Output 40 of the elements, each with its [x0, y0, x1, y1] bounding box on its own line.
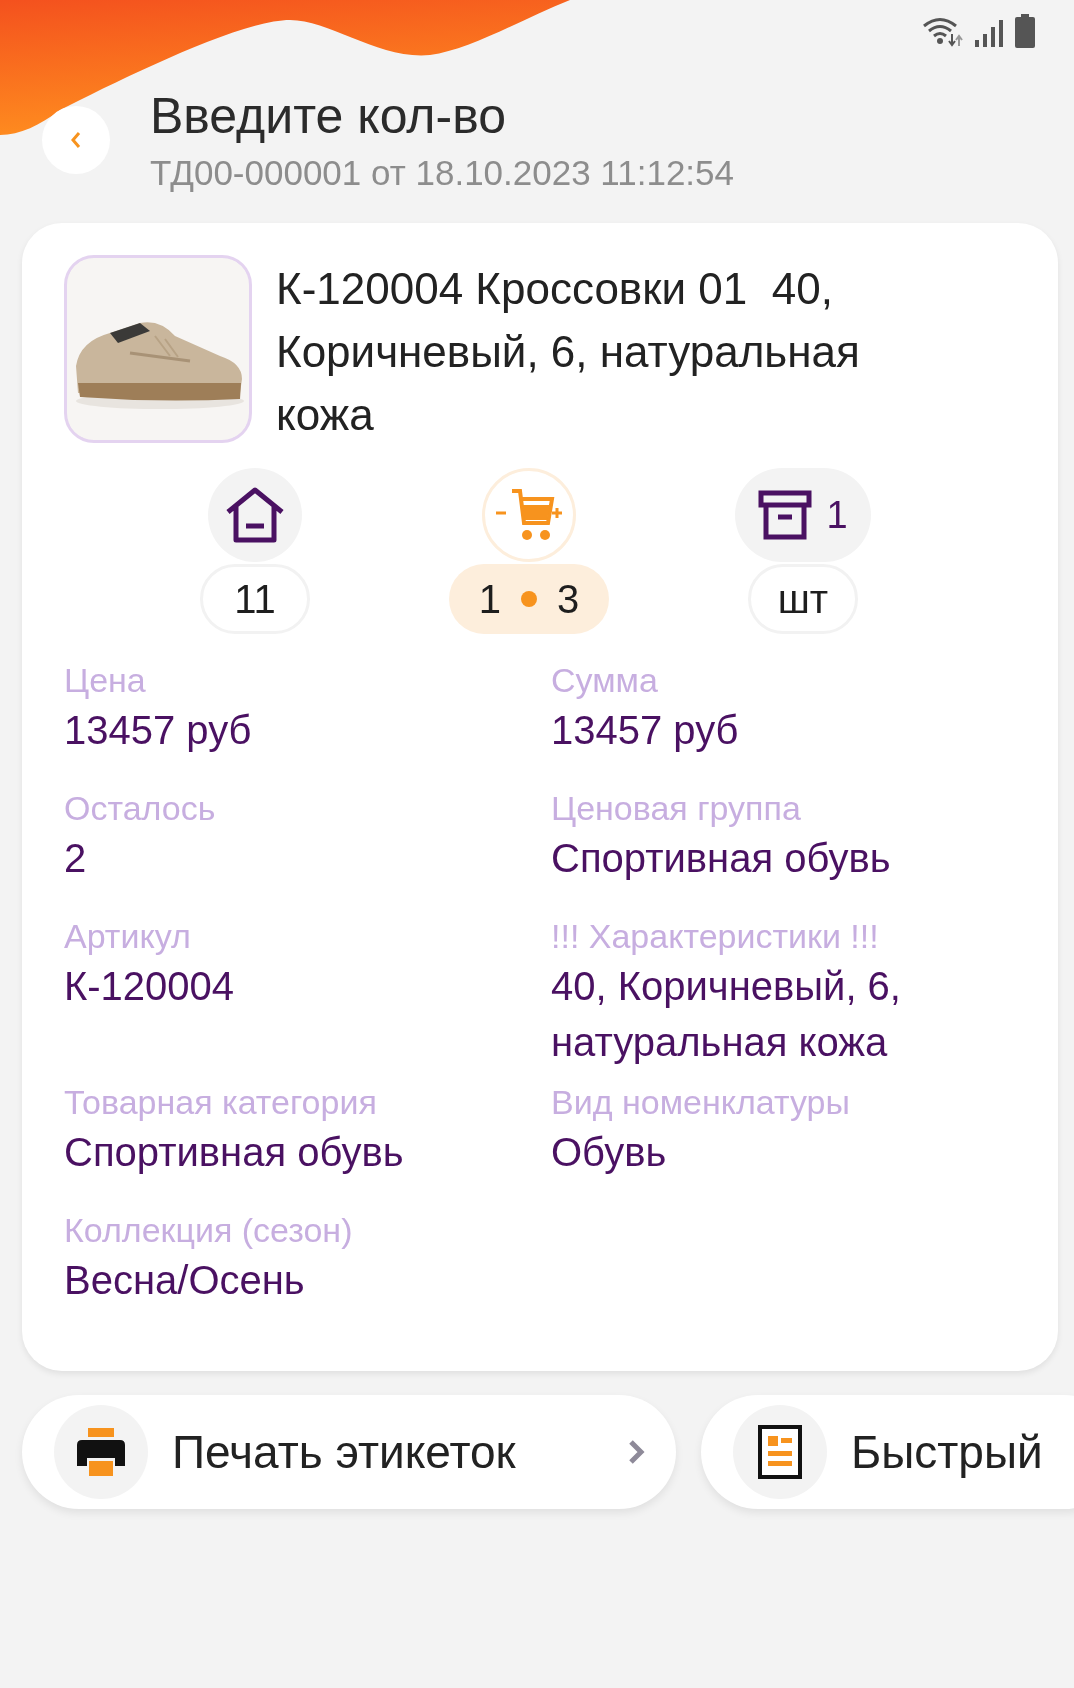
cart-quantity: 3 — [557, 576, 580, 622]
wifi-icon — [922, 16, 964, 48]
unit-pill[interactable]: шт — [748, 564, 858, 634]
field-label: Осталось — [64, 788, 217, 829]
unit-label: шт — [777, 576, 829, 622]
field-label: Товарная категория — [64, 1082, 378, 1123]
field-value: 2 — [64, 835, 88, 882]
field-label: Артикул — [64, 916, 192, 957]
field-value: Спортивная обувь — [551, 835, 892, 882]
screen-title: Введите кол-во — [150, 87, 507, 146]
field-value: 13457 руб — [64, 707, 253, 754]
field-label: Цена — [64, 660, 147, 701]
house-icon — [224, 486, 286, 544]
field-value: Спортивная обувь — [64, 1129, 405, 1176]
cart-quantity: 1 — [478, 576, 501, 622]
chevron-left-icon — [69, 130, 83, 150]
field-label: !!! Характеристики !!! — [551, 916, 880, 957]
separator-dot-icon — [521, 591, 537, 607]
field-label: Вид номенклатуры — [551, 1082, 851, 1123]
field-value: К-120004 — [64, 963, 236, 1010]
document-subtitle: ТД00-000001 от 18.10.2023 11:12:54 — [150, 152, 734, 194]
quick-action-button[interactable]: Быстрый — [701, 1395, 1074, 1509]
cart-quantity-pill[interactable]: 1 3 — [449, 564, 609, 634]
field-value: Обувь — [551, 1129, 668, 1176]
product-name: К-120004 Кроссовки 01 40, Коричневый, 6, натуральная кожа — [276, 263, 861, 441]
stock-count: 11 — [234, 576, 276, 622]
package-count: 1 — [826, 493, 848, 537]
signal-icon — [974, 18, 1004, 48]
field-value: 40, Коричневый, 6, натуральная кожа — [551, 963, 902, 1066]
battery-icon — [1014, 14, 1036, 48]
field-value: Весна/Осень — [64, 1257, 306, 1304]
field-label: Ценовая группа — [551, 788, 802, 829]
print-labels-button[interactable]: Печать этикеток — [22, 1395, 676, 1509]
field-label: Сумма — [551, 660, 659, 701]
document-icon — [758, 1425, 802, 1479]
field-value: 13457 руб — [551, 707, 740, 754]
cart-icon — [494, 487, 564, 543]
printer-icon — [75, 1426, 127, 1478]
field-label: Коллекция (сезон) — [64, 1210, 354, 1251]
archive-box-icon — [758, 490, 813, 540]
